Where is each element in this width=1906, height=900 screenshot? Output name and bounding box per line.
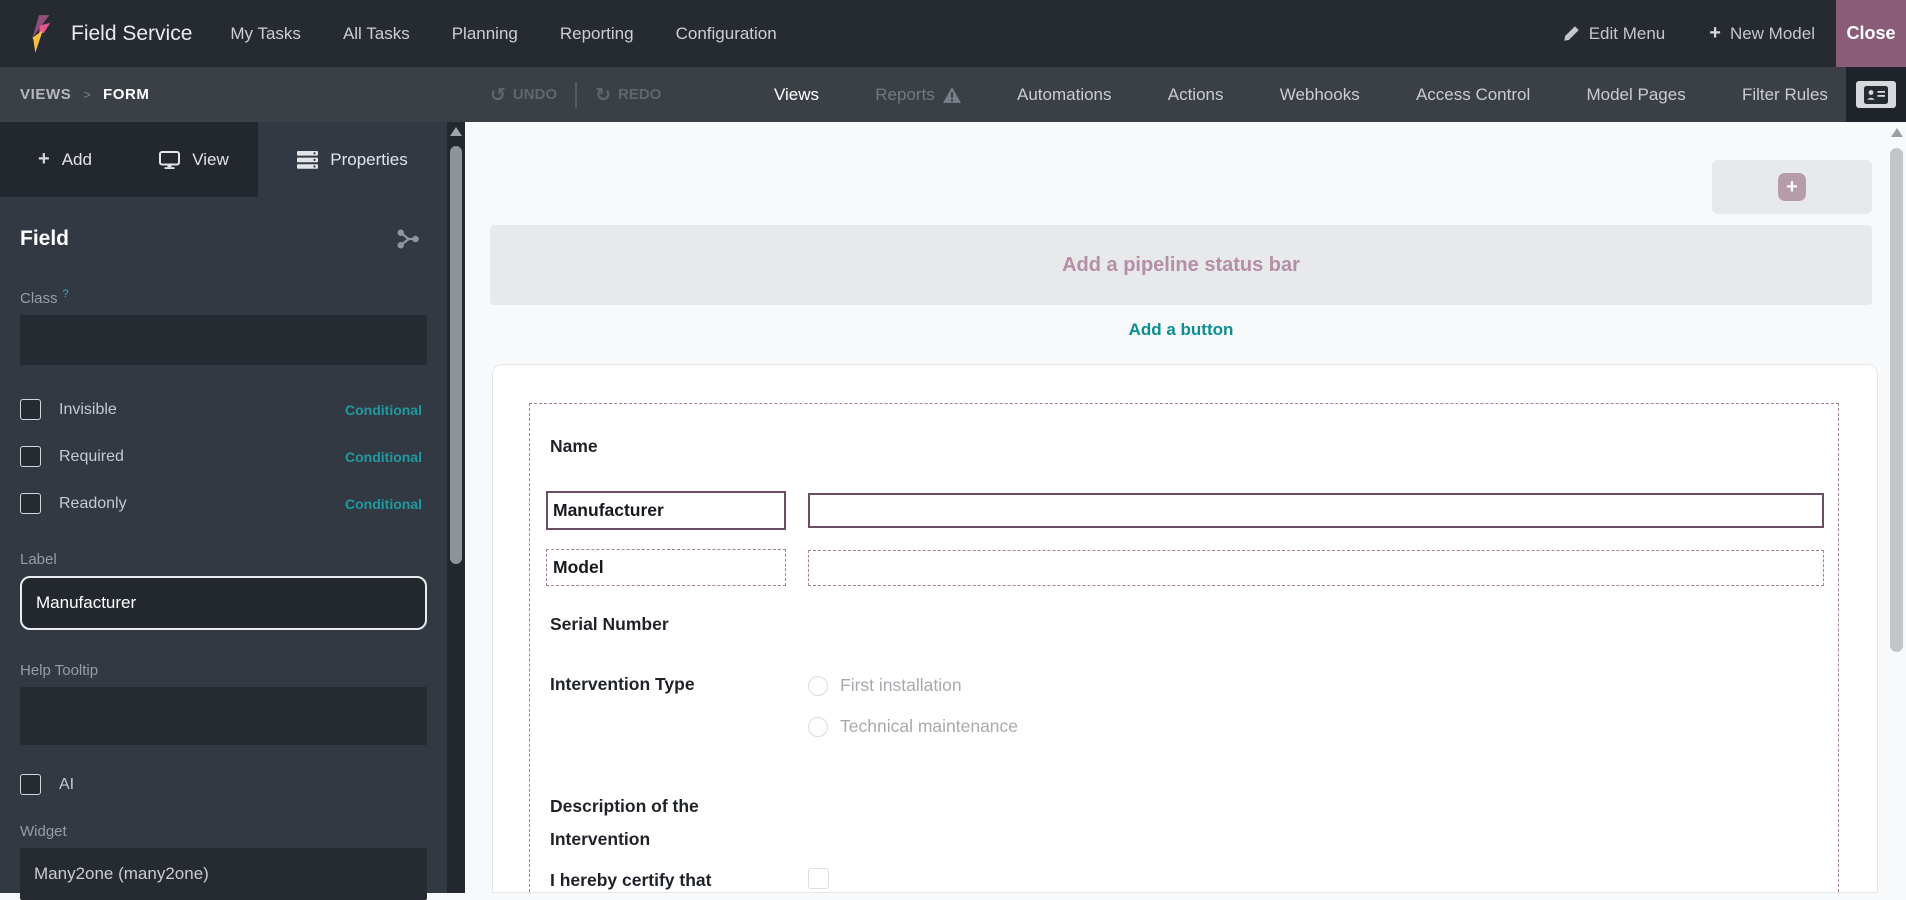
label-label: Label xyxy=(20,551,57,568)
field-input-model[interactable] xyxy=(808,550,1824,586)
radio-technical-maintenance[interactable]: Technical maintenance xyxy=(808,716,1018,737)
new-model-button[interactable]: + New Model xyxy=(1709,22,1815,45)
required-row: Required Conditional xyxy=(20,443,422,470)
field-input-manufacturer-selected[interactable] xyxy=(808,493,1824,528)
studio-sidebar: + Add View Properties Field Class ? Invi… xyxy=(0,122,447,900)
undo-redo-divider xyxy=(575,81,578,108)
close-studio-button[interactable]: Close xyxy=(1836,0,1906,67)
warning-triangle-icon xyxy=(942,86,961,103)
help-tooltip-input[interactable] xyxy=(20,687,427,745)
pencil-icon xyxy=(1563,26,1579,41)
app-name: Field Service xyxy=(71,21,193,45)
plus-icon: + xyxy=(38,148,50,170)
widget-select[interactable]: Many2one (many2one) xyxy=(20,848,427,900)
required-conditional-link[interactable]: Conditional xyxy=(345,449,422,465)
canvas-scrollbar-thumb[interactable] xyxy=(1890,148,1903,652)
ai-row: AI xyxy=(20,771,422,798)
class-input[interactable] xyxy=(20,315,427,365)
odoo-studio-logo-icon xyxy=(32,14,51,53)
required-checkbox[interactable] xyxy=(20,446,41,467)
toolbar-right-block xyxy=(1846,67,1906,122)
tab-webhooks[interactable]: Webhooks xyxy=(1280,85,1360,105)
scroll-up-arrow-icon[interactable] xyxy=(1891,128,1903,137)
sidebar-scrollbar xyxy=(447,122,465,893)
redo-button[interactable]: ↻ REDO xyxy=(595,84,661,106)
radio-icon[interactable] xyxy=(808,716,828,737)
share-hierarchy-icon[interactable] xyxy=(395,229,421,249)
sidebar-tab-add[interactable]: + Add xyxy=(0,122,130,197)
field-label-manufacturer-selected[interactable]: Manufacturer xyxy=(546,491,786,530)
field-label-intervention-type[interactable]: Intervention Type xyxy=(550,674,695,695)
class-label: Class? xyxy=(20,288,69,307)
field-label-model[interactable]: Model xyxy=(546,549,786,586)
id-card-icon xyxy=(1864,85,1888,104)
studio-tabstrip: Views Reports Automations Actions Webhoo… xyxy=(774,67,1828,122)
radio-icon[interactable] xyxy=(808,675,828,696)
tab-actions[interactable]: Actions xyxy=(1168,85,1224,105)
panel-title: Field xyxy=(20,227,70,250)
redo-icon: ↻ xyxy=(595,83,612,106)
menu-item-reporting[interactable]: Reporting xyxy=(560,24,634,44)
id-card-button[interactable] xyxy=(1856,81,1896,108)
menu-item-configuration[interactable]: Configuration xyxy=(676,24,777,44)
tab-filter-rules[interactable]: Filter Rules xyxy=(1742,85,1828,105)
readonly-conditional-link[interactable]: Conditional xyxy=(345,496,422,512)
list-icon xyxy=(297,150,319,169)
sidebar-tabs: + Add View Properties xyxy=(0,122,447,197)
invisible-checkbox[interactable] xyxy=(20,399,41,420)
top-navbar: Field Service My Tasks All Tasks Plannin… xyxy=(0,0,1906,67)
add-smart-button[interactable]: + xyxy=(1712,160,1872,214)
invisible-conditional-link[interactable]: Conditional xyxy=(345,402,422,418)
readonly-checkbox[interactable] xyxy=(20,493,41,514)
plus-icon: + xyxy=(1709,22,1721,44)
field-label-name[interactable]: Name xyxy=(550,436,598,457)
radio-first-installation[interactable]: First installation xyxy=(808,675,962,696)
tab-access-control[interactable]: Access Control xyxy=(1416,85,1530,105)
form-group-outline: Name Manufacturer Model Serial Number In… xyxy=(529,403,1839,892)
plus-icon: + xyxy=(1778,173,1806,201)
tab-reports[interactable]: Reports xyxy=(875,85,961,105)
label-input[interactable] xyxy=(20,576,427,630)
certify-checkbox[interactable] xyxy=(808,868,829,889)
menu-item-my-tasks[interactable]: My Tasks xyxy=(230,24,301,44)
tab-views[interactable]: Views xyxy=(774,85,819,105)
widget-label: Widget xyxy=(20,823,67,840)
add-a-button-link[interactable]: Add a button xyxy=(490,320,1872,340)
tab-automations[interactable]: Automations xyxy=(1017,85,1112,105)
add-pipeline-status-bar[interactable]: Add a pipeline status bar xyxy=(490,225,1872,305)
sidebar-tab-view[interactable]: View xyxy=(130,122,258,197)
undo-icon: ↺ xyxy=(490,83,506,106)
monitor-icon xyxy=(159,150,181,169)
scroll-up-arrow-icon[interactable] xyxy=(450,127,462,136)
breadcrumb: VIEWS > FORM xyxy=(20,67,150,122)
help-question-mark[interactable]: ? xyxy=(63,288,69,300)
edit-menu-button[interactable]: Edit Menu xyxy=(1563,24,1665,44)
breadcrumb-views[interactable]: VIEWS xyxy=(20,86,71,103)
sidebar-tab-properties[interactable]: Properties xyxy=(258,122,447,197)
tab-model-pages[interactable]: Model Pages xyxy=(1586,85,1685,105)
invisible-row: Invisible Conditional xyxy=(20,396,422,423)
top-menu: My Tasks All Tasks Planning Reporting Co… xyxy=(230,24,776,44)
help-tooltip-label: Help Tooltip xyxy=(20,662,99,679)
form-sheet: Name Manufacturer Model Serial Number In… xyxy=(492,364,1878,893)
breadcrumb-form: FORM xyxy=(102,86,150,103)
field-label-certify[interactable]: I hereby certify that xyxy=(550,870,711,891)
form-editor-canvas: + Add a pipeline status bar Add a button… xyxy=(465,122,1906,893)
field-label-serial-number[interactable]: Serial Number xyxy=(550,614,669,635)
breadcrumb-separator: > xyxy=(83,87,91,102)
field-label-description[interactable]: Description of the Intervention xyxy=(550,790,760,856)
ai-checkbox[interactable] xyxy=(20,774,41,795)
readonly-row: Readonly Conditional xyxy=(20,490,422,517)
menu-item-planning[interactable]: Planning xyxy=(452,24,518,44)
studio-toolbar: VIEWS > FORM ↺ UNDO ↻ REDO Views Reports… xyxy=(0,67,1906,122)
menu-item-all-tasks[interactable]: All Tasks xyxy=(343,24,410,44)
sidebar-scrollbar-thumb[interactable] xyxy=(450,146,462,564)
undo-button[interactable]: ↺ UNDO xyxy=(490,84,557,106)
